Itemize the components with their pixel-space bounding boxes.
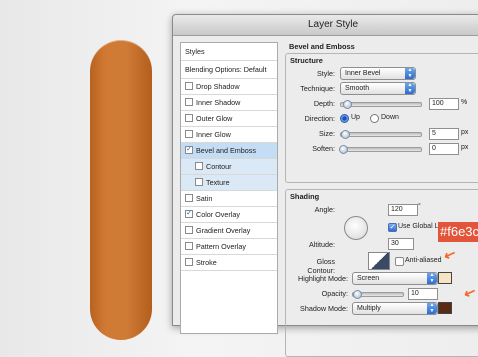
style-item-outer-glow[interactable]: Outer Glow (181, 111, 277, 127)
soften-unit: px (461, 144, 469, 151)
style-item-checkbox[interactable] (195, 162, 203, 171)
style-item-checkbox[interactable] (185, 82, 193, 91)
style-label: Style: (317, 69, 335, 78)
soften-slider-knob[interactable] (339, 145, 348, 154)
soften-label: Soften: (312, 144, 335, 153)
styles-header[interactable]: Styles (181, 43, 277, 61)
size-slider[interactable] (340, 132, 422, 137)
style-item-checkbox[interactable] (185, 242, 193, 251)
direction-down-label: Down (381, 114, 399, 121)
style-item-label: Inner Shadow (196, 98, 241, 107)
direction-down-radio[interactable] (370, 114, 379, 123)
style-select[interactable]: Inner Bevel ▲ ▼ (340, 67, 416, 80)
altitude-input[interactable]: 30 (388, 238, 414, 250)
size-label: Size: (319, 129, 335, 138)
style-item-label: Inner Glow (196, 130, 231, 139)
antialiased-label: Anti-aliased (405, 257, 442, 264)
style-item-checkbox[interactable] (185, 194, 193, 203)
depth-input[interactable]: 100 (429, 98, 459, 110)
size-slider-knob[interactable] (341, 130, 350, 139)
direction-up-label: Up (351, 114, 360, 121)
shadow-mode-select[interactable]: Multiply ▲ ▼ (352, 302, 438, 315)
highlight-mode-label: Highlight Mode: (298, 274, 348, 283)
bevel-group-title: Bevel and Emboss (289, 42, 355, 51)
chevron-updown-icon: ▲ ▼ (405, 82, 415, 94)
style-item-checkbox[interactable]: ✓ (185, 146, 193, 155)
style-item-pattern-overlay[interactable]: Pattern Overlay (181, 239, 277, 255)
soften-slider[interactable] (340, 147, 422, 152)
angle-unit: ° (418, 203, 421, 210)
altitude-label: Altitude: (309, 240, 335, 249)
direction-up-radio[interactable] (340, 114, 349, 123)
angle-input[interactable]: 120 (388, 204, 418, 216)
highlight-opacity-input[interactable]: 10 (408, 288, 438, 300)
style-item-label: Drop Shadow (196, 82, 240, 91)
dialog-title: Layer Style (173, 15, 478, 36)
style-item-label: Texture (206, 178, 230, 187)
style-item-inner-shadow[interactable]: Inner Shadow (181, 95, 277, 111)
angle-label: Angle: (314, 205, 335, 214)
highlight-opacity-label: Opacity: (321, 289, 348, 298)
style-item-label: Outer Glow (196, 114, 233, 123)
technique-select-value: Smooth (345, 85, 370, 92)
direction-label: Direction: (304, 114, 335, 123)
structure-title: Structure (290, 56, 323, 65)
depth-label: Depth: (313, 99, 335, 108)
style-item-inner-glow[interactable]: Inner Glow (181, 127, 277, 143)
style-item-checkbox[interactable] (185, 226, 193, 235)
style-item-label: Bevel and Emboss (196, 146, 256, 155)
size-unit: px (461, 129, 469, 136)
global-light-checkbox[interactable]: ✓ (388, 223, 397, 232)
styles-list: Styles Blending Options: Default Drop Sh… (180, 42, 278, 334)
style-item-checkbox[interactable] (185, 114, 193, 123)
style-item-label: Pattern Overlay (196, 242, 246, 251)
structure-fieldset: Structure Style: Inner Bevel ▲ ▼ Techniqu… (285, 53, 478, 183)
hex-color-annotation: #f6e3c4 (438, 222, 478, 242)
technique-select[interactable]: Smooth ▲ ▼ (340, 82, 416, 95)
style-item-stroke[interactable]: Stroke (181, 255, 277, 271)
options-panel: Bevel and Emboss Structure Style: Inner … (283, 42, 478, 357)
shadow-color-swatch[interactable] (438, 302, 452, 314)
style-item-drop-shadow[interactable]: Drop Shadow (181, 79, 277, 95)
style-item-checkbox[interactable] (185, 130, 193, 139)
chevron-updown-icon: ▲ ▼ (427, 272, 437, 284)
style-item-checkbox[interactable]: ✓ (185, 210, 193, 219)
style-item-contour[interactable]: Contour (181, 159, 277, 175)
depth-slider[interactable] (340, 102, 422, 107)
highlight-color-swatch[interactable] (438, 272, 452, 284)
shading-title: Shading (290, 192, 320, 201)
style-item-label: Satin (196, 194, 213, 203)
soften-input[interactable]: 0 (429, 143, 459, 155)
style-item-label: Gradient Overlay (196, 226, 251, 235)
style-item-checkbox[interactable] (185, 98, 193, 107)
style-item-checkbox[interactable] (185, 258, 193, 267)
highlight-opacity-knob[interactable] (353, 290, 362, 299)
depth-slider-knob[interactable] (343, 100, 352, 109)
chevron-updown-icon: ▲ ▼ (405, 67, 415, 79)
style-item-label: Stroke (196, 258, 217, 267)
chevron-updown-icon: ▲ ▼ (427, 302, 437, 314)
depth-unit: % (461, 99, 468, 106)
style-item-texture[interactable]: Texture (181, 175, 277, 191)
style-item-gradient-overlay[interactable]: Gradient Overlay (181, 223, 277, 239)
layer-style-dialog: Layer Style Styles Blending Options: Def… (172, 14, 478, 357)
technique-label: Technique: (300, 84, 335, 93)
style-item-label: Contour (206, 162, 232, 171)
highlight-mode-value: Screen (357, 275, 380, 282)
highlight-mode-select[interactable]: Screen ▲ ▼ (352, 272, 438, 285)
shadow-mode-value: Multiply (357, 305, 381, 312)
style-item-label: Color Overlay (196, 210, 240, 219)
blending-options[interactable]: Blending Options: Default (181, 61, 277, 79)
style-item-satin[interactable]: Satin (181, 191, 277, 207)
style-select-value: Inner Bevel (345, 70, 381, 77)
antialiased-checkbox[interactable] (395, 257, 404, 266)
gloss-contour-picker[interactable] (368, 252, 390, 270)
style-item-color-overlay[interactable]: ✓ Color Overlay (181, 207, 277, 223)
style-item-checkbox[interactable] (195, 178, 203, 187)
shading-fieldset: Shading Angle: 120 ° ✓ Use Global Light … (285, 189, 478, 357)
style-item-bevel-and-emboss[interactable]: ✓ Bevel and Emboss (181, 143, 277, 159)
size-input[interactable]: 5 (429, 128, 459, 140)
orange-pill-shape (90, 40, 152, 340)
